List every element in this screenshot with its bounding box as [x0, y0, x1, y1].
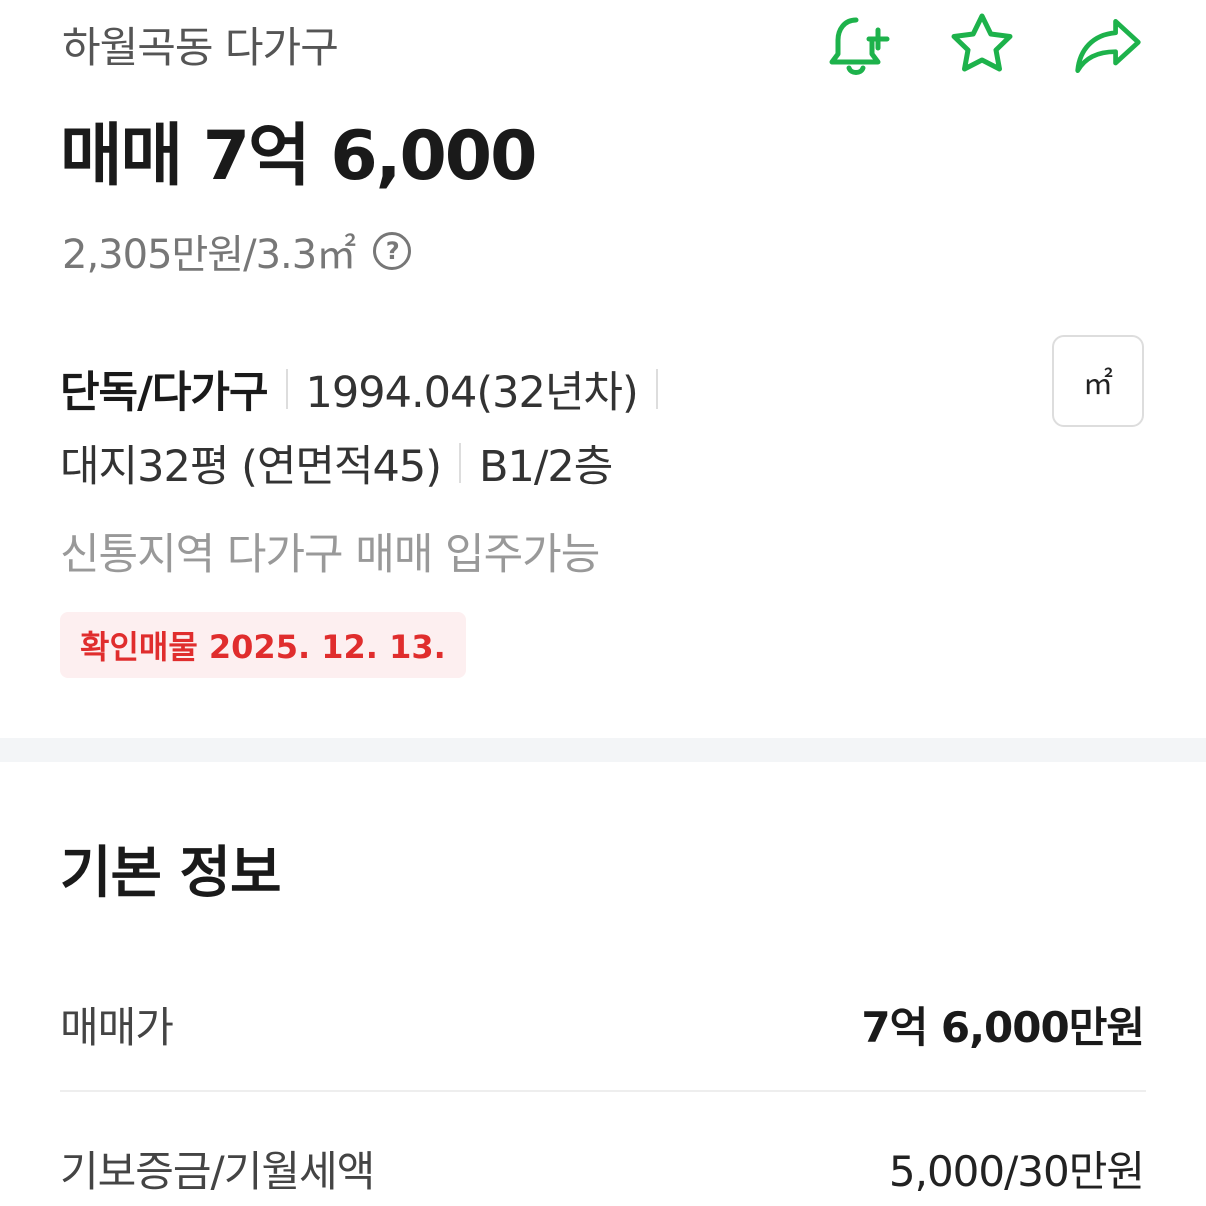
alert-button[interactable]: [824, 10, 896, 82]
deposit-rent-label: 기보증금/기월세액: [60, 1147, 375, 1196]
help-icon[interactable]: ?: [373, 232, 412, 270]
floors: B1/2층: [479, 442, 613, 492]
star-icon: [951, 13, 1013, 72]
property-type: 단독/다가구: [60, 368, 269, 418]
unit-price: 2,305만원/3.3㎡: [62, 232, 356, 278]
share-arrow-icon: [1075, 18, 1141, 73]
basic-info-title: 기본 정보: [60, 841, 282, 906]
row-divider: [60, 1090, 1146, 1092]
deposit-rent-value: 5,000/30만원: [888, 1147, 1145, 1196]
sale-price-heading: 매매 7억 6,000: [60, 117, 537, 196]
divider: [459, 443, 462, 483]
share-button[interactable]: [1072, 10, 1144, 82]
sale-price-label: 매매가: [60, 1003, 174, 1052]
section-divider: [0, 738, 1206, 762]
land-area: 대지32평 (연면적45): [60, 442, 442, 492]
sale-price-value: 7억 6,000만원: [861, 1003, 1145, 1052]
location-title: 하월곡동 다가구: [62, 23, 339, 72]
divider: [655, 369, 658, 409]
built-year: 1994.04(32년차): [305, 368, 639, 418]
favorite-button[interactable]: [946, 10, 1018, 82]
unit-price-row: 2,305만원/3.3㎡ ?: [62, 222, 412, 280]
bell-plus-icon: [829, 17, 890, 75]
area-unit-toggle-button[interactable]: ㎡: [1052, 335, 1144, 427]
area-row: 대지32평 (연면적45) B1/2층: [60, 432, 613, 494]
property-type-row: 단독/다가구 1994.04(32년차): [60, 358, 676, 420]
divider: [285, 369, 288, 409]
listing-description: 신통지역 다가구 매매 입주가능: [60, 530, 600, 580]
verified-listing-badge: 확인매물 2025. 12. 13.: [60, 612, 466, 678]
